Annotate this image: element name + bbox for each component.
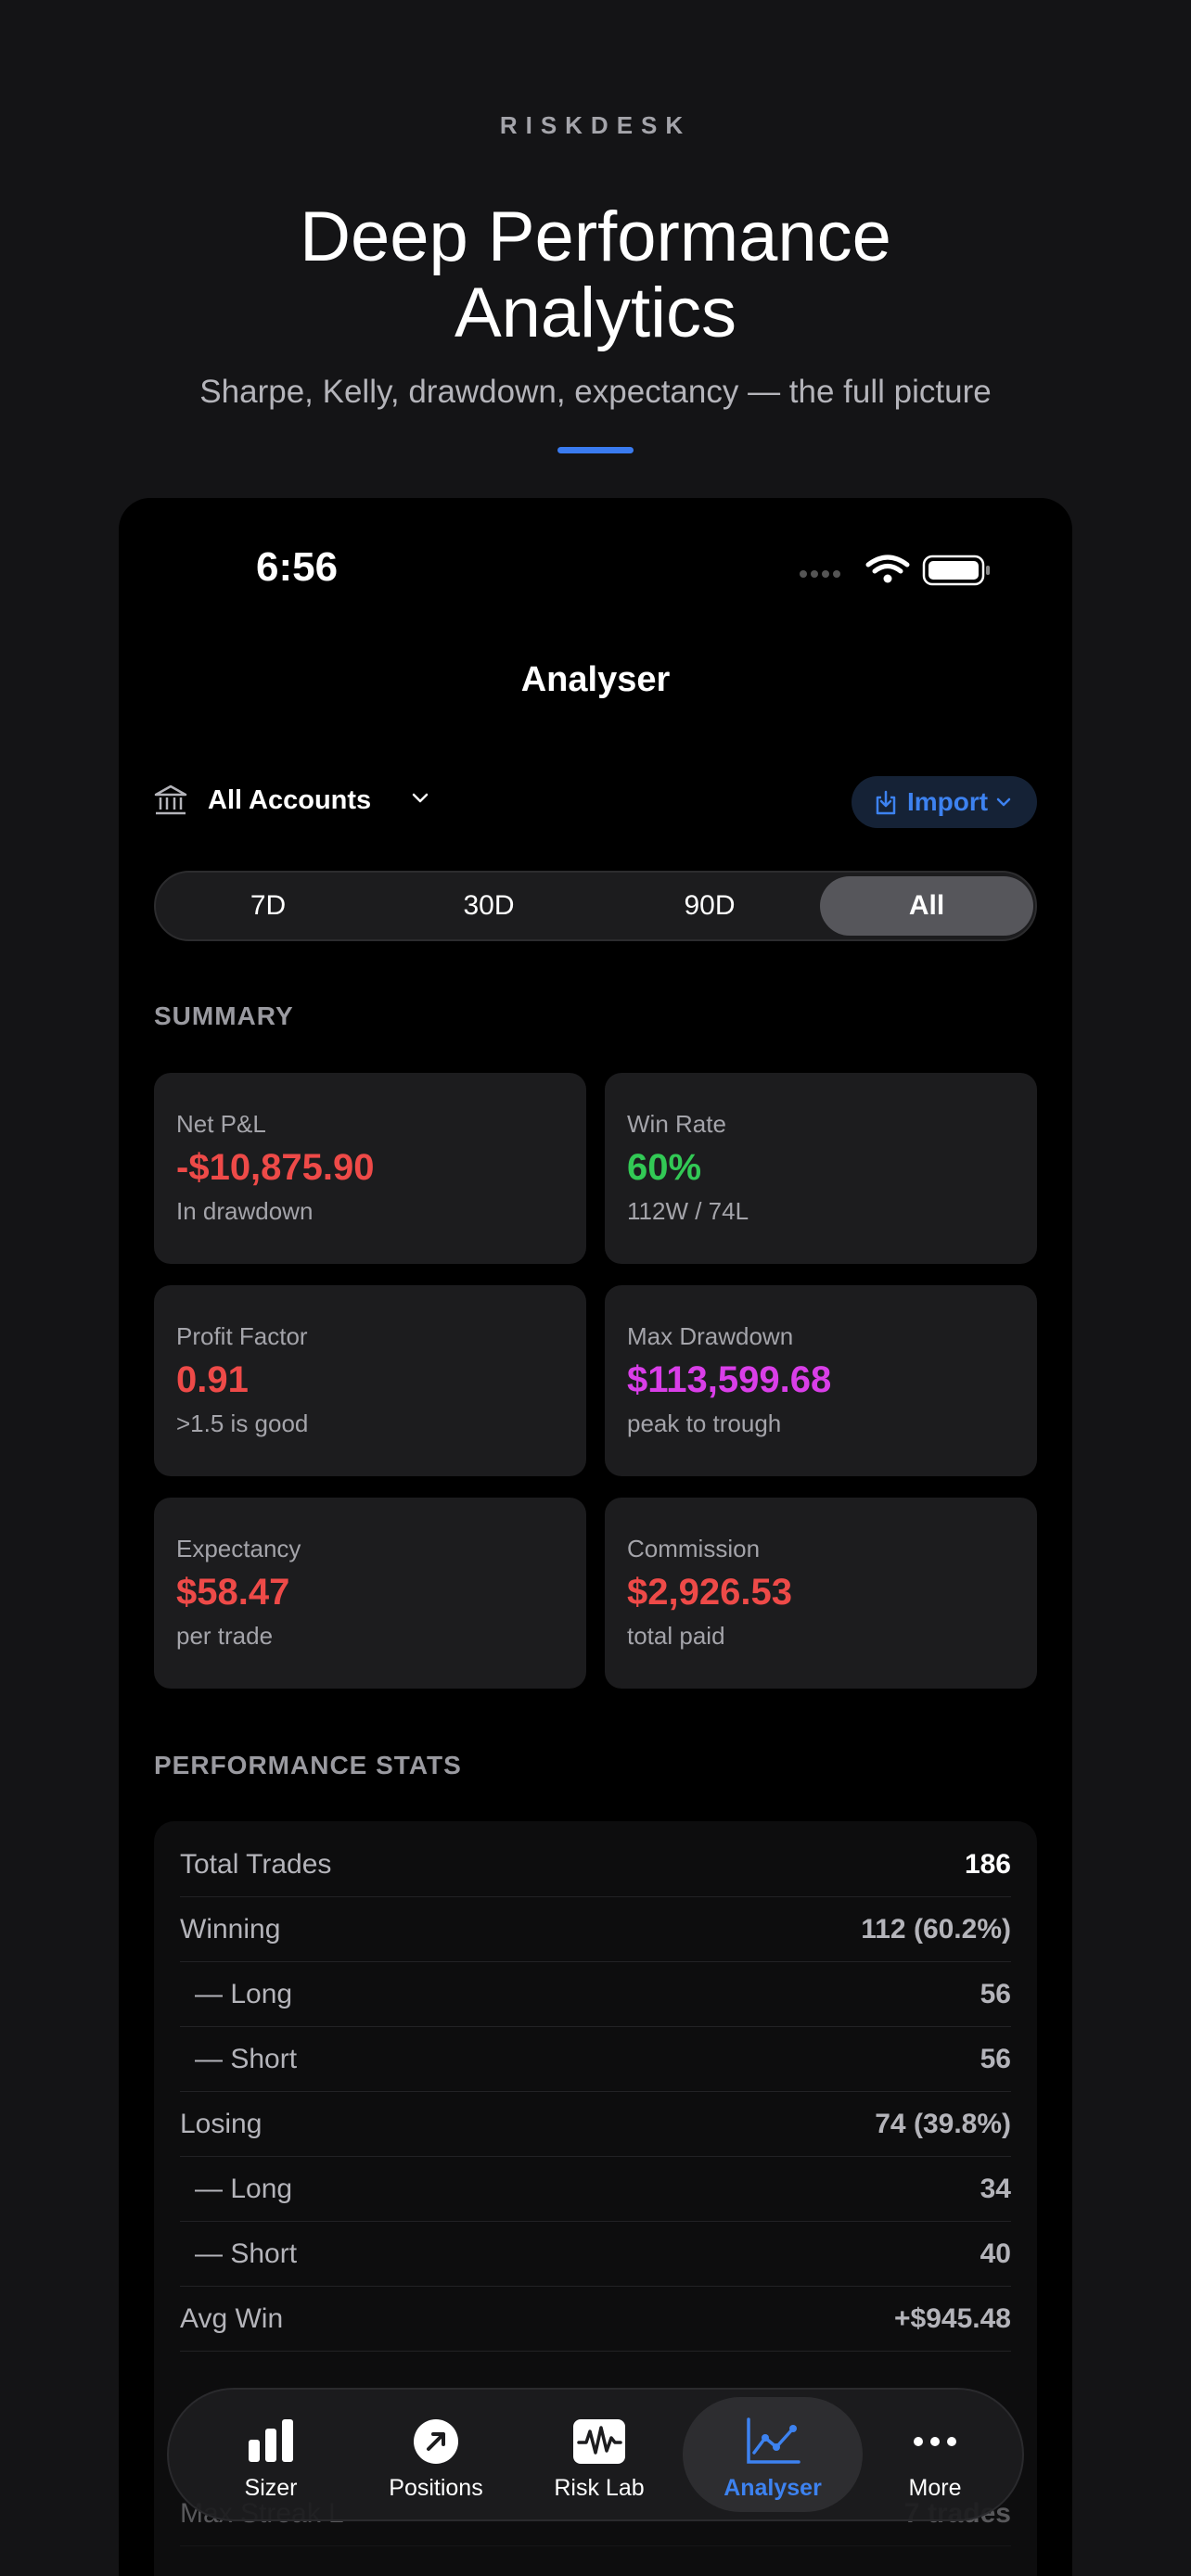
import-icon [876,790,896,815]
stat-row-winning-long: — Long 56 [180,1962,1011,2027]
bar-chart-icon [249,2419,293,2462]
account-selector-row: All Accounts Import [154,776,1037,828]
chevron-down-icon[interactable] [409,787,431,810]
stat-row-avg-win: Avg Win +$945.48 [180,2287,1011,2352]
stat-value: 186 [964,1849,1011,1880]
status-time: 6:56 [256,544,339,590]
tab-label: Risk Lab [554,2475,645,2501]
summary-card-net-pnl[interactable]: Net P&L -$10,875.90 In drawdown [154,1073,586,1264]
tab-label: Positions [389,2475,483,2501]
bottom-tab-bar: Sizer Positions Risk Lab Analyser More [167,2388,1024,2521]
stat-value: 74 (39.8%) [875,2109,1011,2139]
range-tab-7d[interactable]: 7D [161,876,375,936]
import-button[interactable]: Import [852,776,1037,828]
card-label: Win Rate [627,1110,726,1138]
stat-row-winning: Winning 112 (60.2%) [180,1897,1011,1962]
range-tab-all[interactable]: All [820,876,1033,936]
card-subtitle: per trade [176,1622,274,1650]
status-icons [800,555,990,586]
card-label: Profit Factor [176,1322,308,1350]
stat-row-winning-short: — Short 56 [180,2027,1011,2092]
account-dropdown[interactable]: All Accounts [208,785,371,816]
tab-analyser[interactable]: Analyser [683,2397,863,2512]
stat-value: +$945.48 [894,2303,1011,2334]
card-label: Max Drawdown [627,1322,794,1350]
stat-row-total-trades: Total Trades 186 [180,1832,1011,1897]
card-subtitle: >1.5 is good [176,1409,309,1437]
headline: Deep Performance Analytics [0,199,1191,351]
line-chart-icon [747,2417,800,2464]
tab-label: More [908,2475,962,2501]
card-value: $2,926.53 [627,1572,792,1613]
summary-card-win-rate[interactable]: Win Rate 60% 112W / 74L [605,1073,1037,1264]
wifi-dot [883,574,892,583]
card-label: Net P&L [176,1110,266,1138]
card-value: 60% [627,1147,702,1188]
stat-label: Total Trades [180,1849,332,1880]
accent-divider [557,447,634,453]
stat-label: Avg Win [180,2303,284,2334]
stat-value: 56 [980,2044,1011,2074]
import-label: Import [907,787,989,816]
range-tab-90d[interactable]: 90D [603,876,816,936]
stat-row-losing: Losing 74 (39.8%) [180,2092,1011,2157]
stat-value: 34 [980,2174,1011,2204]
stat-label: — Short [195,2044,298,2074]
ellipsis-icon [914,2437,956,2446]
bank-icon [154,784,187,815]
summary-card-max-drawdown[interactable]: Max Drawdown $113,599.68 peak to trough [605,1285,1037,1476]
arrow-up-right-circle-icon [414,2419,458,2464]
card-value: $58.47 [176,1572,290,1613]
brand-name: RISKDESK [499,111,692,139]
summary-card-profit-factor[interactable]: Profit Factor 0.91 >1.5 is good [154,1285,586,1476]
card-subtitle: peak to trough [627,1409,782,1437]
stat-row-losing-long: — Long 34 [180,2157,1011,2222]
waveform-icon [573,2419,625,2464]
card-value: -$10,875.90 [176,1147,375,1188]
tab-more[interactable]: More [852,2390,1018,2519]
summary-card-commission[interactable]: Commission $2,926.53 total paid [605,1498,1037,1689]
date-range-segmented-control: 7D 30D 90D All [154,871,1037,941]
stat-label: — Long [195,1979,293,2009]
stat-label: Winning [180,1914,281,1945]
tab-sizer[interactable]: Sizer [187,2390,354,2519]
card-label: Commission [627,1535,761,1562]
summary-section-title: SUMMARY [154,1001,294,1030]
headline-line-2: Analytics [454,274,737,352]
stat-value: 40 [980,2238,1011,2269]
stat-value: 56 [980,1979,1011,2009]
phone-screen: 6:56 Analyser All Accounts Import 7D 30D… [119,498,1072,2576]
tab-label: Analyser [724,2475,822,2501]
stat-label: Losing [180,2109,263,2139]
chevron-down-icon [996,797,1011,807]
performance-stats-section-title: PERFORMANCE STATS [154,1751,462,1779]
wifi-icon [865,555,910,574]
summary-card-expectancy[interactable]: Expectancy $58.47 per trade [154,1498,586,1689]
signal-icon [800,570,840,578]
screen-title: Analyser [520,660,671,699]
card-subtitle: 112W / 74L [627,1197,749,1225]
card-subtitle: In drawdown [176,1197,314,1225]
stat-label: — Short [195,2238,298,2269]
range-tab-30d[interactable]: 30D [382,876,596,936]
tab-risk-lab[interactable]: Risk Lab [516,2390,683,2519]
stat-row-losing-short: — Short 40 [180,2222,1011,2287]
card-value: $113,599.68 [627,1359,832,1400]
card-label: Expectancy [176,1535,301,1562]
card-subtitle: total paid [627,1622,725,1650]
headline-line-1: Deep Performance [300,198,891,276]
tab-label: Sizer [244,2475,298,2501]
card-value: 0.91 [176,1359,249,1400]
battery-icon [922,555,990,586]
stat-label: — Long [195,2174,293,2204]
stat-value: 112 (60.2%) [861,1914,1011,1945]
tab-positions[interactable]: Positions [352,2390,519,2519]
subheadline: Sharpe, Kelly, drawdown, expectancy — th… [199,374,992,410]
